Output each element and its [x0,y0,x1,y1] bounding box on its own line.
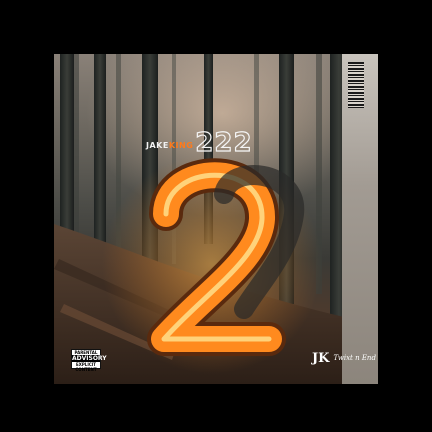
artist-first-name: JAKE [146,141,169,150]
advisory-bottom-text: EXPLICIT CONTENT [75,362,97,372]
parental-advisory-icon: PARENTAL ADVISORY EXPLICIT CONTENT [71,349,107,372]
barcode-icon [348,62,364,108]
album-cover [54,54,378,384]
advisory-middle-text: ADVISORY [72,355,107,362]
album-title: 222 [195,128,253,158]
label-name: Twixt n End [333,354,376,362]
artist-last-name: KING [168,141,194,150]
forest-scene [54,54,378,384]
artist-name: JAKEKING [146,141,193,150]
record-label-logo: JK Twixt n End [312,349,376,367]
album-title-block: JAKEKING 222 [146,128,253,156]
label-monogram: JK [312,350,330,366]
